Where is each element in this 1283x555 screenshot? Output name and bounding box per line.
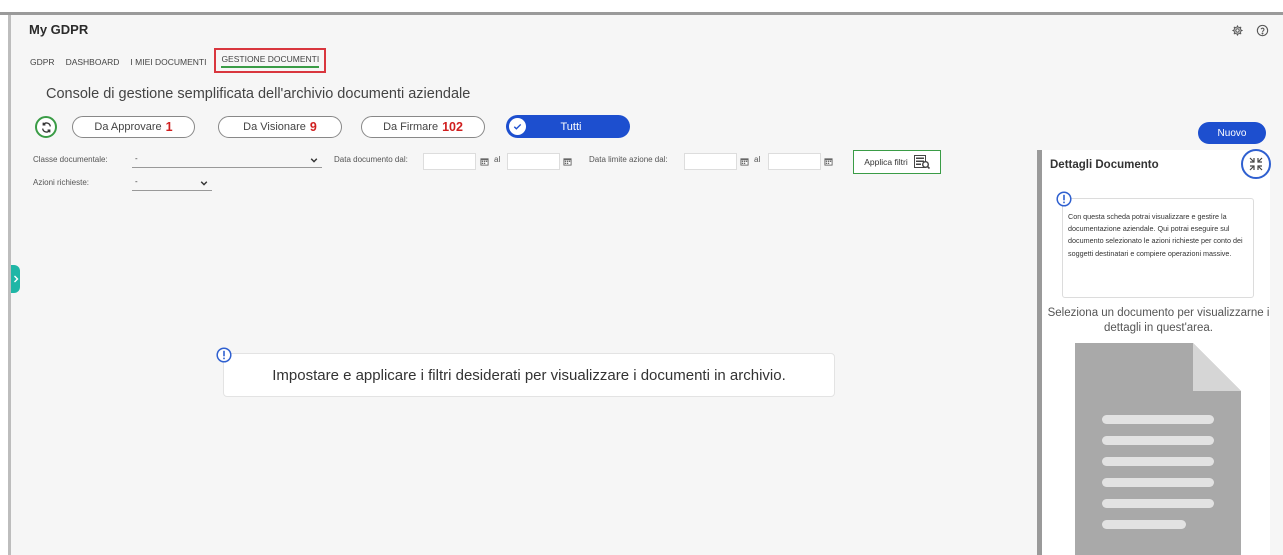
al-label: al — [494, 155, 501, 164]
select-document-message: Seleziona un documento per visualizzarne… — [1047, 307, 1270, 334]
tab-dashboard[interactable]: DASHBOARD — [66, 57, 120, 67]
data-limite-dal-input[interactable] — [684, 153, 737, 170]
data-documento-al-input[interactable] — [507, 153, 560, 170]
applica-filtri-label: Applica filtri — [864, 157, 908, 167]
calendar-icon[interactable] — [563, 157, 572, 166]
azioni-richieste-select[interactable]: - — [132, 177, 212, 191]
expand-sidebar-handle[interactable] — [11, 265, 20, 293]
calendar-icon[interactable] — [480, 157, 489, 166]
classe-documentale-label: Classe documentale: — [33, 155, 108, 164]
refresh-button[interactable] — [35, 116, 57, 138]
help-icon[interactable] — [1256, 24, 1269, 37]
empty-state-message: Impostare e applicare i filtri desiderat… — [272, 366, 786, 384]
filter-da-firmare-button[interactable]: Da Firmare 102 — [361, 116, 485, 138]
collapse-panel-button[interactable] — [1241, 149, 1271, 179]
data-documento-label: Data documento dal: — [334, 155, 408, 164]
info-icon — [1056, 191, 1072, 207]
app-title: My GDPR — [29, 22, 89, 37]
azioni-richieste-label: Azioni richieste: — [33, 178, 90, 187]
empty-state-box: Impostare e applicare i filtri desiderat… — [223, 353, 835, 397]
azioni-richieste-value: - — [135, 177, 138, 186]
da-firmare-label: Da Firmare — [383, 121, 439, 133]
main-nav: GDPR DASHBOARD I MIEI DOCUMENTI GESTIONE… — [30, 48, 337, 74]
filter-tutti-button[interactable]: Tutti — [506, 115, 630, 138]
info-icon — [216, 347, 232, 363]
chevron-down-icon — [310, 158, 318, 163]
top-icons — [1231, 24, 1269, 37]
da-firmare-count: 102 — [442, 120, 463, 134]
chevron-down-icon — [200, 181, 208, 186]
da-approvare-label: Da Approvare — [94, 121, 162, 133]
filter-da-approvare-button[interactable]: Da Approvare 1 — [72, 116, 195, 138]
details-panel-title: Dettagli Documento — [1050, 159, 1159, 171]
calendar-icon[interactable] — [740, 157, 749, 166]
filter-da-visionare-button[interactable]: Da Visionare 9 — [218, 116, 342, 138]
refresh-icon — [41, 121, 51, 133]
calendar-icon[interactable] — [824, 157, 833, 166]
data-documento-dal-input[interactable] — [423, 153, 476, 170]
gear-icon[interactable] — [1231, 24, 1244, 37]
classe-documentale-value: - — [135, 154, 138, 163]
tab-gdpr[interactable]: GDPR — [30, 57, 55, 67]
al-label: al — [754, 155, 761, 164]
data-limite-label: Data limite azione dal: — [589, 155, 668, 164]
data-limite-al-input[interactable] — [768, 153, 821, 170]
da-approvare-count: 1 — [165, 120, 173, 134]
details-info-text: Con questa scheda potrai visualizzare e … — [1068, 212, 1243, 258]
classe-documentale-select[interactable]: - — [132, 154, 322, 168]
nuovo-button[interactable]: Nuovo — [1198, 122, 1266, 144]
filter-icon — [913, 155, 930, 169]
tab-gestione-documenti[interactable]: GESTIONE DOCUMENTI — [214, 48, 327, 73]
da-visionare-count: 9 — [309, 120, 317, 134]
tutti-label: Tutti — [560, 120, 582, 133]
tab-gestione-documenti-label: GESTIONE DOCUMENTI — [221, 54, 320, 68]
chevron-right-icon — [13, 275, 18, 283]
tab-i-miei-documenti[interactable]: I MIEI DOCUMENTI — [130, 57, 206, 67]
da-visionare-label: Da Visionare — [243, 121, 306, 133]
check-icon — [509, 118, 526, 135]
document-icon — [1075, 343, 1241, 555]
applica-filtri-button[interactable]: Applica filtri — [853, 150, 941, 174]
collapse-icon — [1249, 157, 1263, 171]
page-title: Console di gestione semplificata dell'ar… — [46, 86, 471, 102]
